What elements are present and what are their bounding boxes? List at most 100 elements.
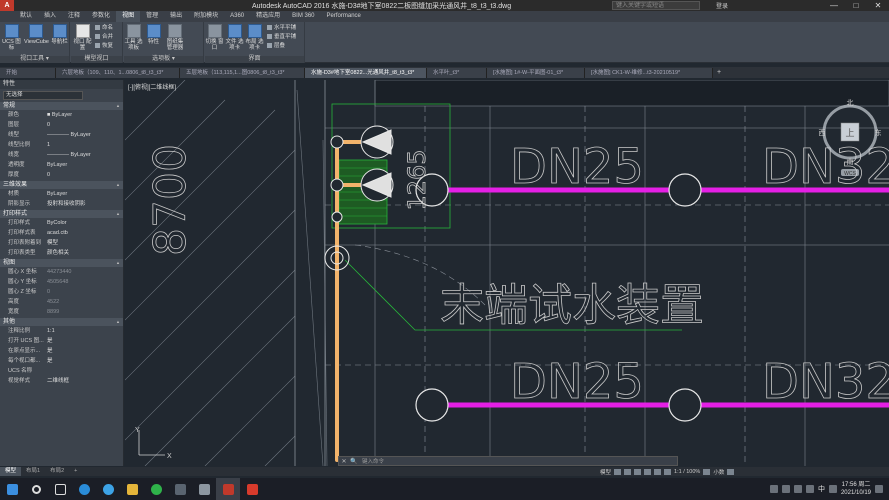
property-value[interactable]: 44273440	[47, 267, 123, 277]
gear-icon[interactable]	[703, 468, 711, 475]
property-row[interactable]: 每个视口都... 是	[0, 356, 123, 366]
notification-icon[interactable]	[875, 485, 883, 493]
property-row[interactable]: 视觉样式 二维线框	[0, 376, 123, 386]
property-value[interactable]: ———— ByLayer	[47, 150, 123, 160]
taskbar-app[interactable]	[168, 478, 192, 500]
taskbar-app[interactable]	[192, 478, 216, 500]
new-layout-button[interactable]: +	[69, 467, 82, 476]
property-row[interactable]: 宽度 8899	[0, 307, 123, 317]
ime-indicator[interactable]: 中	[818, 484, 825, 494]
property-row[interactable]: 透明度 ByLayer	[0, 160, 123, 170]
property-row[interactable]: 打印表附着到 模型	[0, 238, 123, 248]
property-row[interactable]: 圆心 Z 坐标 0	[0, 287, 123, 297]
layout-tab-1[interactable]: 布局1	[21, 467, 45, 476]
property-value[interactable]: 投射和接收阴影	[47, 199, 123, 209]
property-row[interactable]: 颜色 ■ ByLayer	[0, 110, 123, 120]
taskbar-clock[interactable]: 17:56 周二 2021/10/19	[841, 481, 871, 497]
property-section-header[interactable]: 打印样式	[0, 210, 123, 218]
tab-view[interactable]: 视图	[116, 11, 141, 22]
property-row[interactable]: 图层 0	[0, 120, 123, 130]
file-tabs-button[interactable]: 文件 选项卡	[225, 24, 244, 51]
command-line[interactable]: ✕ 🔍 键入命令	[338, 456, 678, 466]
property-value[interactable]: 二维线框	[47, 376, 123, 386]
close-button[interactable]: ✕	[867, 0, 889, 11]
viewcube-west-label[interactable]: 西	[819, 129, 826, 137]
property-value[interactable]: ■ ByLayer	[47, 110, 123, 120]
tab-insert[interactable]: 插入	[38, 11, 62, 22]
property-row[interactable]: 厚度 0	[0, 170, 123, 180]
property-row[interactable]: UCS 名称	[0, 366, 123, 376]
layout-tabs-button[interactable]: 布局 选项卡	[245, 24, 264, 51]
tab-manage[interactable]: 管理	[140, 11, 164, 22]
viewport-controls-label[interactable]: [-][俯视][二维线框]	[128, 82, 176, 91]
property-row[interactable]: 线型比例 1	[0, 140, 123, 150]
model-space-toggle[interactable]: 模型	[600, 468, 611, 476]
property-row[interactable]: 打印样式表 acad.ctb	[0, 228, 123, 238]
ortho-icon[interactable]	[634, 468, 642, 475]
tile-horizontal-button[interactable]: 水平平铺	[267, 25, 296, 32]
viewcube-north-label[interactable]: 北	[847, 99, 854, 107]
viewcube[interactable]: 上 北 南 东 西 WCS	[815, 97, 885, 177]
property-row[interactable]: 圆心 Y 坐标 4505648	[0, 277, 123, 287]
tool-palettes-button[interactable]: 工具 选项板	[124, 24, 143, 51]
property-value[interactable]: 是	[47, 346, 123, 356]
drawing-canvas[interactable]: 8700 1265 DN25 DN32 DN25 DN32 末端试水装置 Y X	[125, 80, 889, 466]
maximize-button[interactable]: □	[845, 0, 867, 11]
property-value[interactable]: 1:1	[47, 326, 123, 336]
property-value[interactable]: acad.ctb	[47, 228, 123, 238]
property-row[interactable]: 线宽 ———— ByLayer	[0, 150, 123, 160]
command-input[interactable]: 键入命令	[359, 457, 384, 465]
layout-tab-model[interactable]: 模型	[0, 467, 22, 476]
tab-featured-apps[interactable]: 精选应用	[250, 11, 286, 22]
property-row[interactable]: 注释比例 1:1	[0, 326, 123, 336]
join-button[interactable]: 合并	[95, 34, 113, 41]
taskbar-autocad[interactable]	[216, 478, 240, 500]
osnap-icon[interactable]	[654, 468, 662, 475]
tab-performance[interactable]: Performance	[321, 11, 367, 22]
doc-tab[interactable]: 六层地板（109、110、1...0806_t8_t3_t3*	[56, 68, 180, 78]
lineweight-icon[interactable]	[664, 468, 672, 475]
taskbar-app[interactable]	[144, 478, 168, 500]
windows-start-button[interactable]	[0, 478, 24, 500]
doc-tab-active[interactable]: 水施-D3#地下室0822...光通风井_t8_t3_t3*	[305, 68, 427, 78]
close-icon[interactable]: ✕	[339, 458, 349, 465]
property-section-header[interactable]: 视图	[0, 259, 123, 267]
property-value[interactable]: 4522	[47, 297, 123, 307]
tray-icon[interactable]	[781, 485, 790, 493]
property-row[interactable]: 打开 UCS 图... 是	[0, 336, 123, 346]
property-section-header[interactable]: 常规	[0, 102, 123, 110]
property-row[interactable]: 阴影显示 投射和接收阴影	[0, 199, 123, 209]
property-section-header[interactable]: 其他	[0, 318, 123, 326]
doc-tab-start[interactable]: 开始	[0, 68, 56, 78]
nav-bar-button[interactable]: 导航栏	[50, 24, 69, 45]
wcs-menu[interactable]: WCS	[844, 171, 856, 177]
snap-icon[interactable]	[624, 468, 632, 475]
property-value[interactable]: 0	[47, 287, 123, 297]
property-value[interactable]: 是	[47, 336, 123, 346]
doc-tab[interactable]: [水施图] 1#-W-平面图-01_t3*	[487, 68, 585, 78]
annotation-scale[interactable]: 1:1 / 100%	[674, 469, 700, 475]
minimize-button[interactable]: —	[823, 0, 845, 11]
search-icon[interactable]: 🔍	[349, 458, 359, 465]
viewport-config-button[interactable]: 视口 配置	[73, 24, 92, 51]
taskbar-ie[interactable]	[96, 478, 120, 500]
property-row[interactable]: 圆心 X 坐标 44273440	[0, 267, 123, 277]
taskbar-wps[interactable]	[240, 478, 264, 500]
properties-button[interactable]: 特性	[144, 24, 163, 45]
taskbar-explorer[interactable]	[120, 478, 144, 500]
tile-vertical-button[interactable]: 垂直平铺	[267, 34, 296, 41]
property-row[interactable]: 打印样式 ByColor	[0, 218, 123, 228]
property-row[interactable]: 在原点显示... 是	[0, 346, 123, 356]
autocad-logo-icon[interactable]: A	[0, 0, 14, 11]
selection-dropdown[interactable]: 无选择	[3, 91, 83, 100]
property-value[interactable]: 颜色相关	[47, 248, 123, 258]
volume-icon[interactable]	[805, 485, 814, 493]
cascade-button[interactable]: 层叠	[267, 43, 285, 50]
new-tab-button[interactable]: +	[713, 68, 725, 78]
viewcube-button[interactable]: ViewCube	[24, 24, 49, 45]
doc-tab[interactable]: [水施图] CK1-W-维修...t3-20210519*	[585, 68, 713, 78]
switch-windows-button[interactable]: 切换 窗口	[205, 24, 224, 51]
named-button[interactable]: 命名	[95, 25, 113, 32]
tab-bim360[interactable]: BIM 360	[286, 11, 320, 22]
network-icon[interactable]	[793, 485, 802, 493]
